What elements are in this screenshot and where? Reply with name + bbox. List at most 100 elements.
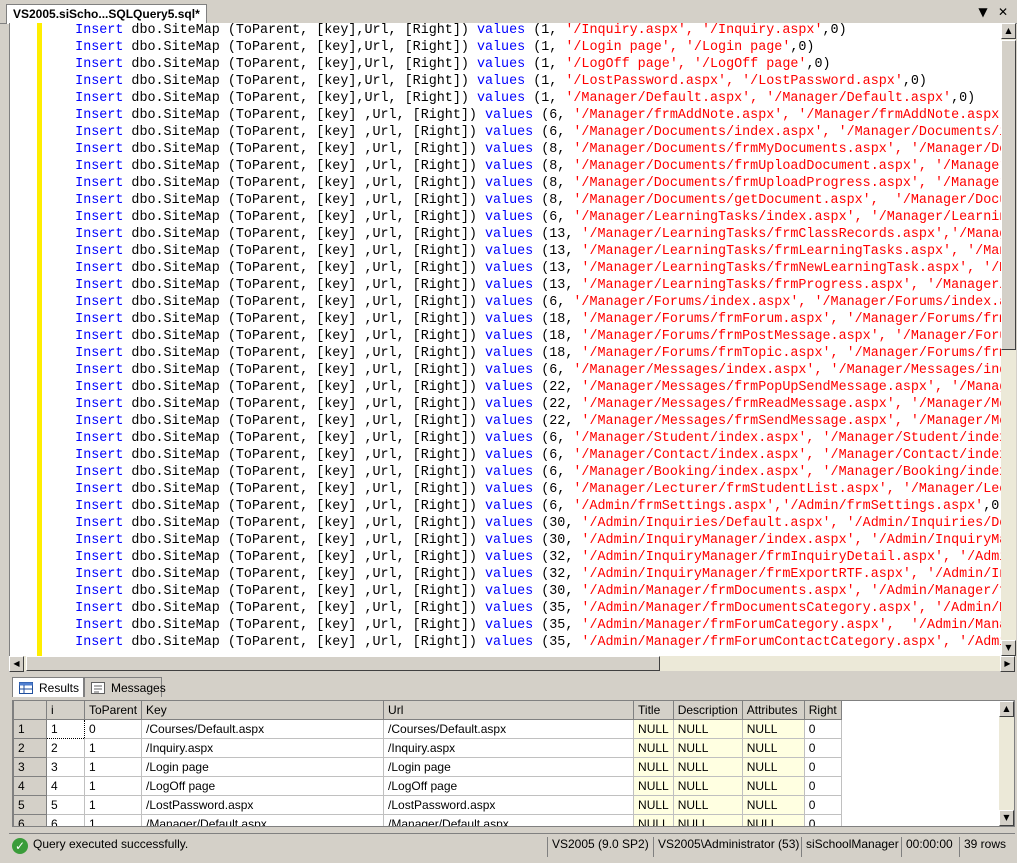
code-token-mid: dbo.SiteMap (ToParent, [key] ,Url, [Righ… (123, 482, 485, 497)
row-header[interactable]: 4 (13, 776, 47, 796)
table-cell[interactable]: 2 (46, 738, 85, 758)
column-header[interactable]: Attributes (741, 701, 805, 720)
code-token-val: (8, (533, 142, 574, 157)
editor-horizontal-scrollbar[interactable]: ◀ ▶ (9, 656, 1015, 672)
table-cell[interactable]: 0 (804, 795, 842, 815)
table-cell[interactable]: NULL (742, 738, 805, 758)
row-header[interactable]: 6 (13, 814, 47, 826)
table-cell[interactable]: 1 (84, 776, 143, 796)
table-cell[interactable]: NULL (633, 719, 674, 739)
scroll-up-icon[interactable]: ▲ (1001, 23, 1016, 39)
code-token-val: (6, (533, 210, 574, 225)
table-cell[interactable]: /Inquiry.aspx (141, 738, 385, 758)
row-header[interactable]: 1 (13, 719, 47, 739)
table-cell[interactable]: NULL (742, 776, 805, 796)
table-cell[interactable]: 6 (46, 814, 85, 826)
table-cell[interactable]: 0 (804, 757, 842, 777)
table-cell[interactable]: NULL (673, 757, 743, 777)
table-cell[interactable]: NULL (742, 814, 805, 826)
table-cell[interactable]: /LostPassword.aspx (141, 795, 385, 815)
table-cell[interactable]: /Manager/Default.aspx (141, 814, 385, 826)
scroll-down-icon[interactable]: ▼ (1001, 640, 1016, 656)
grid-scroll-down-icon[interactable]: ▼ (999, 810, 1014, 826)
document-tab[interactable]: VS2005.siScho...SQLQuery5.sql* (6, 4, 207, 24)
table-row[interactable]: 5 5 1/LostPassword.aspx/LostPassword.aspx N… (13, 795, 842, 815)
table-cell[interactable]: 5 (46, 795, 85, 815)
table-cell[interactable]: NULL (633, 757, 674, 777)
table-cell[interactable]: NULL (633, 814, 674, 826)
table-cell[interactable]: /Courses/Default.aspx (141, 719, 385, 739)
table-cell[interactable]: 0 (804, 814, 842, 826)
table-cell[interactable]: NULL (742, 719, 805, 739)
tab-messages[interactable]: Messages (84, 677, 166, 697)
column-header[interactable]: Title (633, 701, 674, 720)
table-cell[interactable]: 3 (46, 757, 85, 777)
table-row[interactable]: 3 3 1/Login page/Login page NULL NULL NULL 0 (13, 757, 842, 777)
column-header[interactable]: i (46, 701, 85, 720)
code-line: Insert dbo.SiteMap (ToParent, [key] ,Url… (43, 108, 1001, 125)
table-cell[interactable]: /LogOff page (141, 776, 385, 796)
grid-vertical-scrollbar[interactable]: ▲ ▼ (999, 701, 1014, 826)
code-token-mid: dbo.SiteMap (ToParent, [key],Url, [Right… (123, 57, 477, 72)
editor-horizontal-scroll-thumb[interactable] (26, 656, 660, 671)
column-header[interactable]: Right (803, 701, 842, 720)
code-area[interactable]: Insert dbo.SiteMap (ToParent, [key],Url,… (43, 23, 1001, 656)
table-cell[interactable]: 1 (46, 719, 85, 739)
window-list-dropdown-icon[interactable]: ▼ (975, 5, 991, 19)
document-tab-strip: VS2005.siScho...SQLQuery5.sql* ▼ ✕ (0, 0, 1017, 24)
row-header[interactable]: 2 (13, 738, 47, 758)
code-token-kw2: values (484, 567, 534, 582)
table-cell[interactable]: 1 (84, 757, 143, 777)
table-cell[interactable]: /Courses/Default.aspx (383, 719, 635, 739)
table-cell[interactable]: NULL (673, 795, 743, 815)
table-cell[interactable]: NULL (633, 795, 674, 815)
row-header[interactable]: 5 (13, 795, 47, 815)
grid-scroll-up-icon[interactable]: ▲ (999, 701, 1014, 717)
table-cell[interactable]: /Inquiry.aspx (383, 738, 635, 758)
tab-results[interactable]: Results (12, 677, 84, 697)
table-row[interactable]: 2 2 1/Inquiry.aspx/Inquiry.aspx NULL NULL NUL… (13, 738, 842, 758)
column-header[interactable]: ToParent (83, 701, 143, 720)
editor-vertical-scrollbar[interactable]: ▲ ▼ (1001, 23, 1016, 656)
table-cell[interactable]: NULL (673, 814, 743, 826)
code-token-s: '/Admin/InquiryManager/frmInquiryDetail.… (581, 550, 1001, 565)
sql-editor[interactable]: Insert dbo.SiteMap (ToParent, [key],Url,… (9, 23, 1016, 656)
table-cell[interactable]: 1 (84, 738, 143, 758)
table-row[interactable]: 1 1 0/Courses/Default.aspx/Courses/Default… (13, 719, 842, 739)
table-row[interactable]: 4 4 1/LogOff page/LogOff page NULL NULL NULL 0 (13, 776, 842, 796)
table-cell[interactable]: NULL (742, 795, 805, 815)
scroll-left-icon[interactable]: ◀ (9, 656, 24, 672)
table-cell[interactable]: NULL (633, 738, 674, 758)
table-cell[interactable]: /LogOff page (383, 776, 635, 796)
results-grid[interactable]: i ToParent Key Url Title Description Attribute… (12, 700, 1015, 827)
table-cell[interactable]: NULL (742, 757, 805, 777)
code-line: Insert dbo.SiteMap (ToParent, [key],Url,… (43, 57, 1001, 74)
table-cell[interactable]: 1 (84, 814, 143, 826)
table-cell[interactable]: 0 (84, 719, 143, 739)
table-cell[interactable]: 1 (84, 795, 143, 815)
table-row[interactable]: 6 6 1/Manager/Default.aspx/Manager/Default… (13, 814, 842, 826)
table-cell[interactable]: /LostPassword.aspx (383, 795, 635, 815)
table-cell[interactable]: /Manager/Default.aspx (383, 814, 635, 826)
column-header[interactable]: Url (383, 701, 635, 720)
table-cell[interactable]: 4 (46, 776, 85, 796)
table-cell[interactable]: NULL (673, 776, 743, 796)
column-header[interactable]: Description (672, 701, 743, 720)
editor-vertical-scroll-thumb[interactable] (1001, 40, 1016, 350)
table-cell[interactable]: NULL (673, 719, 743, 739)
code-token-lead (43, 499, 75, 514)
table-cell[interactable]: /Login page (141, 757, 385, 777)
table-cell[interactable]: 0 (804, 719, 842, 739)
scroll-right-icon[interactable]: ▶ (1000, 656, 1015, 672)
code-token-kw2: values (484, 414, 534, 429)
table-cell[interactable]: /Login page (383, 757, 635, 777)
code-token-s: '/Admin/Manager/frmForumCategory.aspx', … (581, 618, 1001, 633)
table-cell[interactable]: NULL (633, 776, 674, 796)
close-document-icon[interactable]: ✕ (995, 5, 1011, 19)
table-cell[interactable]: 0 (804, 738, 842, 758)
table-cell[interactable]: 0 (804, 776, 842, 796)
column-header[interactable]: Key (141, 701, 385, 720)
row-header[interactable]: 3 (13, 757, 47, 777)
code-line: Insert dbo.SiteMap (ToParent, [key] ,Url… (43, 295, 1001, 312)
table-cell[interactable]: NULL (673, 738, 743, 758)
